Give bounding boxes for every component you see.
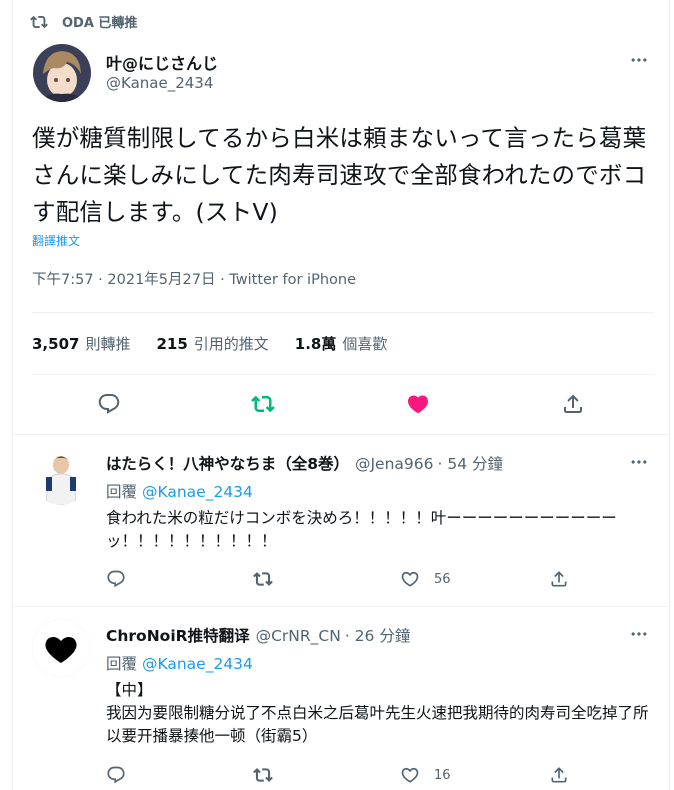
like-count: 16 xyxy=(434,767,451,783)
retweet-icon xyxy=(253,572,273,586)
quote-tweets-stat[interactable]: 215 引用的推文 xyxy=(156,333,268,354)
reply-button[interactable] xyxy=(97,391,121,417)
more-icon xyxy=(631,460,647,464)
tweet-meta[interactable]: 下午7:57 · 2021年5月27日 · Twitter for iPhone xyxy=(32,268,356,289)
retweet-button[interactable] xyxy=(251,391,275,417)
avatar-image xyxy=(33,44,91,102)
likes-count: 1.8萬 xyxy=(294,335,337,353)
tweet-actions xyxy=(0,391,674,421)
share-button[interactable] xyxy=(561,391,585,417)
like-button[interactable]: 16 xyxy=(400,762,451,788)
replying-to-label: 回覆 xyxy=(106,655,138,673)
like-button[interactable]: 56 xyxy=(400,566,451,592)
heart-avatar-icon xyxy=(32,619,90,677)
reply-time[interactable]: · 26 分鐘 xyxy=(345,624,411,646)
retweets-count: 3,507 xyxy=(32,335,80,353)
reply-time[interactable]: · 54 分鐘 xyxy=(438,452,504,474)
likes-stat[interactable]: 1.8萬 個喜歡 xyxy=(295,333,388,354)
reply-actions: 56 xyxy=(0,566,674,596)
retweet-icon xyxy=(253,768,273,782)
share-icon xyxy=(551,571,567,587)
like-count: 56 xyxy=(434,571,451,587)
reply-actions: 16 xyxy=(0,762,674,790)
reply-text-line: 我因为要限制糖分说了不点白米之后葛叶先生火速把我期待的肉寿司全吃掉了所以要开播暴… xyxy=(106,704,649,745)
reply-text: 【中】 我因为要限制糖分说了不点白米之后葛叶先生火速把我期待的肉寿司全吃掉了所以… xyxy=(106,679,654,748)
reply-text-line: 【中】 xyxy=(106,681,153,699)
retweet-button[interactable] xyxy=(253,762,273,788)
more-options-button[interactable] xyxy=(624,50,654,70)
author-handle[interactable]: @Kanae_2434 xyxy=(106,74,213,92)
reply-author-name[interactable]: はたらく！八神やなちま（全8巻） xyxy=(106,452,349,474)
divider xyxy=(13,606,670,607)
more-options-button[interactable] xyxy=(624,452,654,472)
replying-to-label: 回覆 xyxy=(106,483,138,501)
tweet-stats: 3,507 則轉推 215 引用的推文 1.8萬 個喜歡 xyxy=(32,333,413,354)
translate-link[interactable]: 翻譯推文 xyxy=(32,232,80,249)
divider xyxy=(32,374,654,375)
reply-text: 食われた米の粒だけコンボを決めろ！！！！！叶ーーーーーーーーーーーッ！！！！！！… xyxy=(106,509,617,550)
quote-tweets-count: 215 xyxy=(156,335,188,353)
replying-to-handle[interactable]: @Kanae_2434 xyxy=(142,483,253,501)
retweet-icon xyxy=(251,395,275,413)
replying-to: 回覆 @Kanae_2434 xyxy=(106,652,253,674)
reply-author-handle[interactable]: @CrNR_CN xyxy=(256,627,341,645)
reply-icon xyxy=(98,394,120,414)
reply-header: はたらく！八神やなちま（全8巻） @Jena966 · 54 分鐘 xyxy=(106,452,503,474)
avatar[interactable] xyxy=(32,619,90,677)
reply-author-name[interactable]: ChroNoiR推特翻译 xyxy=(106,624,250,646)
reply-icon xyxy=(107,570,125,588)
retweet-button[interactable] xyxy=(253,566,273,592)
reply-button[interactable] xyxy=(106,566,126,592)
more-icon xyxy=(631,632,647,636)
reply-button[interactable] xyxy=(106,762,126,788)
share-icon xyxy=(564,394,582,413)
share-button[interactable] xyxy=(549,762,569,788)
divider xyxy=(32,312,654,313)
avatar[interactable] xyxy=(33,44,91,102)
avatar[interactable] xyxy=(32,447,90,505)
retweets-stat[interactable]: 3,507 則轉推 xyxy=(32,333,130,354)
divider xyxy=(13,434,670,435)
reply-author-handle[interactable]: @Jena966 xyxy=(355,455,434,473)
replying-to: 回覆 @Kanae_2434 xyxy=(106,480,253,502)
quote-tweets-label: 引用的推文 xyxy=(193,335,269,353)
share-icon xyxy=(551,767,567,783)
author-name[interactable]: 叶@にじさんじ xyxy=(106,50,218,74)
heart-icon xyxy=(401,571,419,587)
reply-icon xyxy=(107,766,125,784)
heart-icon xyxy=(401,767,419,783)
avatar-image xyxy=(32,447,90,505)
likes-label: 個喜歡 xyxy=(342,335,388,353)
heart-filled-icon xyxy=(407,395,429,414)
retweet-banner-label: ODA 已轉推 xyxy=(62,16,138,31)
replying-to-handle[interactable]: @Kanae_2434 xyxy=(142,655,253,673)
tweet-text: 僕が糖質制限してるから白米は頼まないって言ったら葛葉さんに楽しみにしてた肉寿司速… xyxy=(32,124,647,226)
retweet-icon xyxy=(30,15,48,28)
like-button[interactable] xyxy=(406,391,430,417)
share-button[interactable] xyxy=(549,566,569,592)
more-options-button[interactable] xyxy=(624,624,654,644)
reply-header: ChroNoiR推特翻译 @CrNR_CN · 26 分鐘 xyxy=(106,624,410,646)
retweets-label: 則轉推 xyxy=(85,335,131,353)
more-icon xyxy=(631,58,647,62)
retweet-banner[interactable]: ODA 已轉推 xyxy=(30,12,137,31)
